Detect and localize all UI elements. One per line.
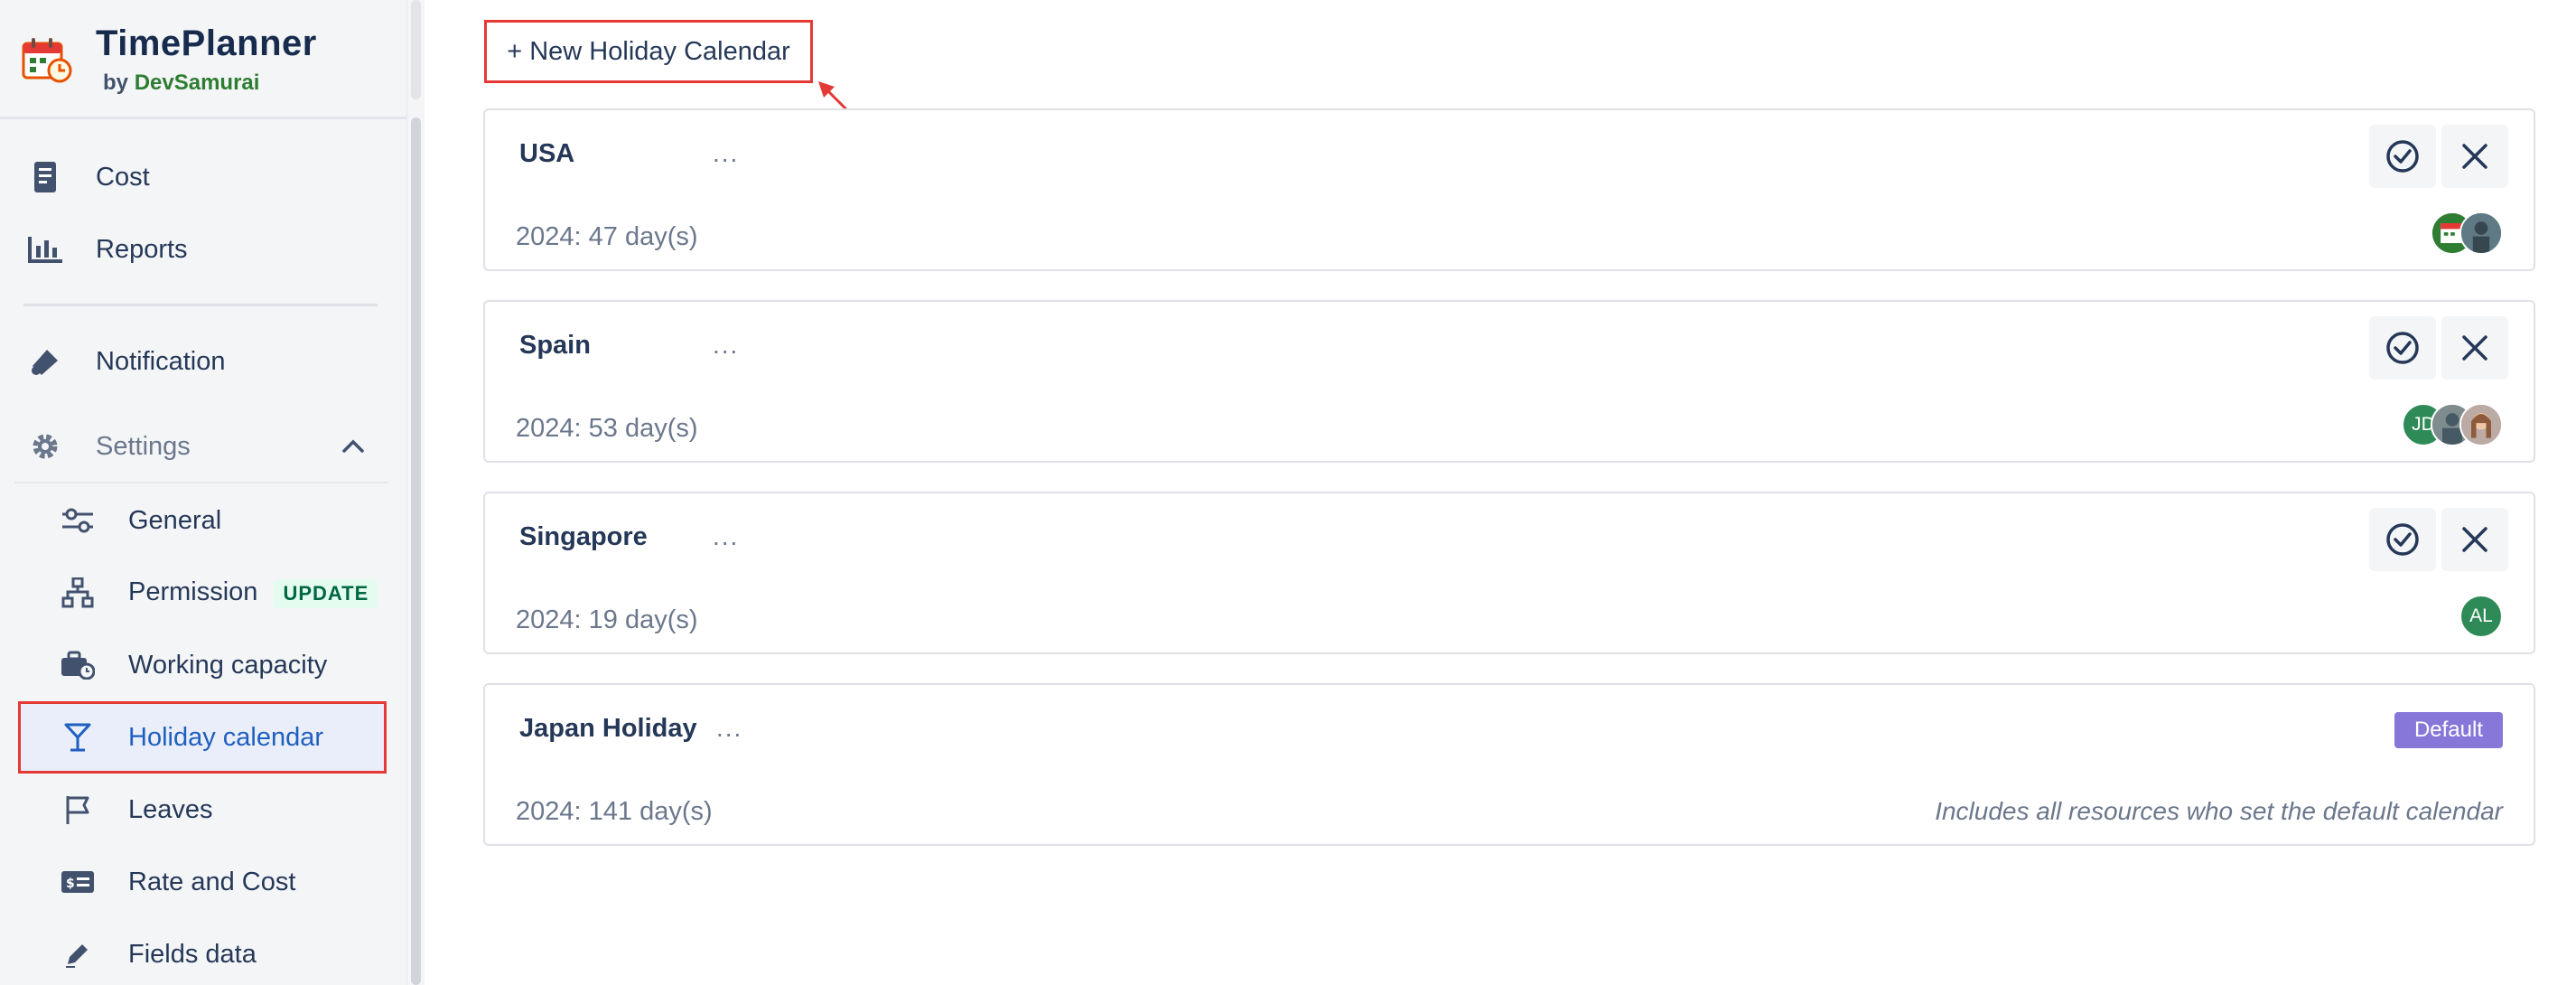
- sliders-icon: [60, 502, 96, 539]
- calendar-day-count: 2024: 141 day(s): [516, 797, 713, 826]
- sidebar-item-settings[interactable]: Settings: [0, 414, 406, 479]
- calendar-menu-button[interactable]: ...: [716, 714, 742, 743]
- sidebar-item-reports[interactable]: Reports: [0, 217, 406, 282]
- calendar-menu-button[interactable]: ...: [713, 139, 739, 168]
- sidebar-scrollbar[interactable]: [406, 0, 425, 985]
- update-badge: UPDATE: [274, 579, 378, 608]
- calendar-clock-logo-icon: [22, 38, 72, 83]
- brand-company: DevSamurai: [134, 70, 260, 95]
- bar-chart-icon: [27, 231, 63, 267]
- check-circle-icon: [2386, 523, 2419, 556]
- calendar-menu-button[interactable]: ...: [713, 522, 739, 551]
- brand-by-prefix: by: [103, 70, 129, 95]
- brand-name: TimePlanner: [96, 23, 317, 63]
- flag-icon: [60, 792, 96, 828]
- avatar-group[interactable]: [2431, 211, 2503, 255]
- sidebar-item-label: Holiday calendar: [128, 722, 324, 752]
- check-circle-icon: [2386, 332, 2419, 364]
- brand-by: by DevSamurai: [103, 70, 259, 96]
- sidebar-item-label: Working capacity: [128, 650, 328, 680]
- calendar-menu-button[interactable]: ...: [713, 331, 739, 360]
- avatar-group[interactable]: AL: [2459, 595, 2503, 638]
- approve-button[interactable]: [2369, 125, 2436, 188]
- svg-text:$: $: [66, 877, 75, 891]
- sidebar-item-holiday-calendar[interactable]: Holiday calendar: [0, 705, 406, 770]
- avatar: [2459, 211, 2503, 255]
- sidebar-item-label: General: [128, 505, 222, 535]
- calendar-day-count: 2024: 53 day(s): [516, 414, 698, 443]
- calendar-name: Japan Holiday: [519, 714, 697, 743]
- calendar-name: Singapore: [519, 522, 648, 551]
- sidebar-item-label: Settings: [96, 431, 191, 461]
- close-icon: [2462, 527, 2487, 552]
- close-icon: [2462, 335, 2487, 361]
- chevron-up-icon[interactable]: [340, 433, 367, 460]
- sidebar-item-label: Rate and Cost: [128, 867, 296, 896]
- close-icon: [2462, 144, 2487, 169]
- sidebar-item-fields-data[interactable]: Fields data: [0, 922, 406, 985]
- default-badge: Default: [2394, 712, 2503, 748]
- scrollbar-thumb[interactable]: [411, 117, 421, 985]
- sidebar-item-permission[interactable]: Permission UPDATE: [0, 560, 406, 625]
- calendar-day-count: 2024: 47 day(s): [516, 222, 698, 251]
- approve-button[interactable]: [2369, 316, 2436, 380]
- calendar-card-japan-holiday: Japan Holiday ... Default 2024: 141 day(…: [483, 683, 2535, 846]
- sidebar-item-label: Reports: [96, 234, 188, 264]
- sidebar-item-label: Fields data: [128, 939, 257, 969]
- sidebar-item-leaves[interactable]: Leaves: [0, 777, 406, 842]
- money-card-icon: $: [60, 864, 96, 900]
- delete-button[interactable]: [2441, 125, 2508, 188]
- sidebar-item-cost[interactable]: Cost: [0, 145, 406, 210]
- avatar: [2459, 403, 2503, 446]
- calendar-card-usa: USA ... 2024: 47 day(s): [483, 108, 2535, 271]
- gear-icon: [27, 428, 63, 464]
- sidebar-item-general[interactable]: General: [0, 488, 406, 553]
- hierarchy-icon: [60, 575, 96, 611]
- sidebar-item-notification[interactable]: Notification: [0, 329, 406, 394]
- sidebar-item-label: Leaves: [128, 794, 213, 824]
- sidebar-item-label-with-badge: Permission UPDATE: [128, 577, 378, 608]
- sidebar: TimePlanner by DevSamurai Cost Reports N…: [0, 0, 425, 985]
- sidebar-item-label: Cost: [96, 162, 150, 192]
- approve-button[interactable]: [2369, 508, 2436, 571]
- settings-divider: [14, 482, 388, 483]
- calendar-card-singapore: Singapore ... 2024: 19 day(s) AL: [483, 492, 2535, 654]
- calendar-day-count: 2024: 19 day(s): [516, 605, 698, 634]
- new-holiday-calendar-button[interactable]: + New Holiday Calendar: [484, 20, 813, 83]
- receipt-icon: [27, 159, 63, 195]
- check-circle-icon: [2386, 140, 2419, 173]
- calendar-card-spain: Spain ... 2024: 53 day(s) JD: [483, 300, 2535, 463]
- avatar-group[interactable]: JD: [2402, 403, 2503, 446]
- calendar-name: Spain: [519, 331, 591, 360]
- sidebar-divider: [23, 304, 378, 306]
- sidebar-item-label: Notification: [96, 346, 226, 376]
- delete-button[interactable]: [2441, 316, 2508, 380]
- sidebar-item-label: Permission: [128, 577, 258, 606]
- delete-button[interactable]: [2441, 508, 2508, 571]
- cocktail-glass-icon: [60, 719, 96, 755]
- scrollbar-track-top: [411, 0, 421, 99]
- sidebar-item-rate-and-cost[interactable]: $ Rate and Cost: [0, 849, 406, 915]
- default-calendar-note: Includes all resources who set the defau…: [1935, 797, 2503, 825]
- pencil-icon: [60, 936, 96, 972]
- brand-header: TimePlanner by DevSamurai: [0, 0, 406, 119]
- briefcase-clock-icon: [60, 647, 96, 683]
- sidebar-item-working-capacity[interactable]: Working capacity: [0, 633, 406, 698]
- avatar: AL: [2459, 595, 2503, 638]
- calendar-name: USA: [519, 139, 575, 168]
- megaphone-icon: [27, 343, 63, 380]
